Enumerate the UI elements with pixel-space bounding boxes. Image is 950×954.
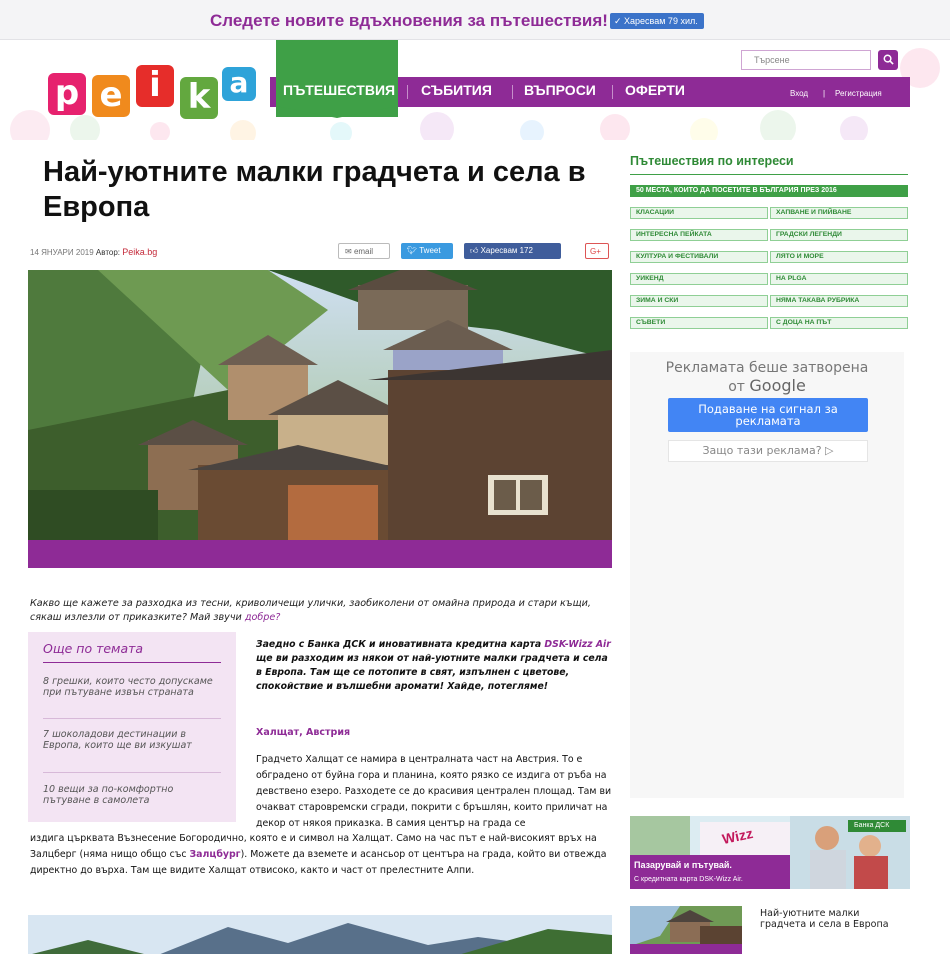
site-header: p e i k a Търсене ПЪТЕШЕСТВИЯ СЪБИТИЯ ВЪ… <box>0 40 950 140</box>
category-tag[interactable]: НА PLGA <box>770 273 908 285</box>
related-topic-link[interactable]: 10 вещи за по-комфортно пътуване в самол… <box>43 784 223 806</box>
google-wordmark: Google <box>749 376 806 395</box>
logo-letter: a <box>222 67 256 101</box>
sidebar-title-divider <box>630 174 908 175</box>
photo-caption-strip <box>28 540 612 568</box>
article-second-photo <box>28 915 612 954</box>
article-paragraph: Градчето Халщат се намира в централната … <box>256 754 612 829</box>
category-tag[interactable]: СЪВЕТИ <box>630 317 768 329</box>
related-topics-divider <box>43 662 221 663</box>
related-article-title[interactable]: Най-уютните малки градчета и села в Евро… <box>760 908 900 930</box>
category-tag[interactable]: ХАПВАНЕ И ПИЙВАНЕ <box>770 207 908 219</box>
logo-letter: i <box>136 65 174 107</box>
ad-closed-line1: Рекламата беше затворена <box>665 360 869 376</box>
auth-divider: | <box>823 89 826 98</box>
lead-text-after: ще ви разходим из някои от най-уютните м… <box>256 653 608 692</box>
logo-letter: p <box>48 73 86 115</box>
category-tag[interactable]: УИКЕНД <box>630 273 768 285</box>
related-topic-divider <box>43 718 221 719</box>
category-tag[interactable]: КУЛТУРА И ФЕСТИВАЛИ <box>630 251 768 263</box>
tweet-button[interactable]: 🐦︎ Tweet <box>401 243 453 259</box>
nav-separator <box>407 85 408 99</box>
ad-closed-message: Рекламата беше затворена от Google <box>630 360 904 396</box>
search-icon <box>883 54 894 65</box>
salzburg-link[interactable]: Залцбург <box>190 849 241 860</box>
nav-events[interactable]: СЪБИТИЯ <box>421 82 492 98</box>
logo-letter: e <box>92 75 130 117</box>
facebook-share-label: Харесвам 172 <box>480 246 533 255</box>
envelope-icon: ✉ <box>345 247 354 256</box>
article-intro: Какво ще кажете за разходка из тесни, кр… <box>30 597 615 625</box>
facebook-like-button[interactable]: ✓ Харесвам 79 хил. <box>610 13 704 29</box>
article-lead: Заедно с Банка ДСК и иновативната кредит… <box>256 638 612 694</box>
login-link[interactable]: Вход <box>790 89 808 98</box>
email-share-label: email <box>353 247 374 256</box>
category-tag[interactable]: КЛАСАЦИИ <box>630 207 768 219</box>
author-label: Автор: <box>95 248 121 257</box>
category-tag[interactable]: ИНТЕРЕСНА ПЕЙКАТА <box>630 229 768 241</box>
promo-line1: Пазарувай и пътувай. <box>634 860 732 870</box>
search-button[interactable] <box>878 50 898 70</box>
search-input[interactable]: Търсене <box>741 50 871 70</box>
facebook-share-button[interactable]: 👍︎ Харесвам 172 <box>464 243 561 259</box>
article-title: Най-уютните малки градчета и села в Евро… <box>43 156 586 223</box>
promo-badge: Банка ДСК <box>854 822 890 829</box>
lead-text-before: Заедно с Банка ДСК и иновативната кредит… <box>256 639 545 650</box>
google-plus-button[interactable]: G+ <box>585 243 609 259</box>
promo-text: Следете новите вдъхновения за пътешестви… <box>210 11 608 30</box>
dsk-wizz-link[interactable]: DSK-Wizz Air <box>544 639 610 650</box>
related-topic-link[interactable]: 8 грешки, които често допускаме при пъту… <box>43 676 223 698</box>
category-tag[interactable]: ЗИМА И СКИ <box>630 295 768 307</box>
nav-travel[interactable]: ПЪТЕШЕСТВИЯ <box>283 82 395 98</box>
sidebar-title: Пътешествия по интереси <box>630 154 794 168</box>
related-topic-divider <box>43 772 221 773</box>
nav-questions[interactable]: ВЪПРОСИ <box>524 82 596 98</box>
category-tag[interactable]: НЯМА ТАКАВА РУБРИКА <box>770 295 908 307</box>
register-link[interactable]: Регистрация <box>835 89 882 98</box>
nav-offers[interactable]: ОФЕРТИ <box>625 82 685 98</box>
ad-closed-line2: от <box>728 379 745 395</box>
promo-line2: С кредитната карта DSK-Wizz Air. <box>634 876 743 883</box>
report-ad-button[interactable]: Подаване на сигнал за рекламата <box>668 398 868 432</box>
article-paragraph-continued: издига църквата Възнесение Богородично, … <box>30 831 614 879</box>
category-tag[interactable]: ГРАДСКИ ЛЕГЕНДИ <box>770 229 908 241</box>
article-date: 14 ЯНУАРИ 2019 <box>30 248 94 257</box>
author-link[interactable]: Peika.bg <box>122 247 157 257</box>
intro-link[interactable]: добре? <box>245 612 281 623</box>
dsk-wizz-promo-banner[interactable]: Wizz Банка ДСК Пазарувай и пътувай. С кр… <box>630 816 910 889</box>
nav-active-tab <box>276 40 398 118</box>
intro-text: Какво ще кажете за разходка из тесни, кр… <box>30 598 591 623</box>
article-hero-photo <box>28 270 612 540</box>
category-tag[interactable]: ЛЯТО И МОРЕ <box>770 251 908 263</box>
related-article-thumbnail[interactable] <box>630 906 742 954</box>
section-heading: Халщат, Австрия <box>256 727 351 738</box>
sidebar-featured-link[interactable]: 50 МЕСТА, КОИТО ДА ПОСЕТИТЕ В БЪЛГАРИЯ П… <box>630 185 908 197</box>
logo-letter: k <box>180 77 218 119</box>
nav-separator <box>612 85 613 99</box>
article-meta: 14 ЯНУАРИ 2019 Автор: Peika.bg <box>30 247 157 257</box>
thumbs-up-icon: 👍︎ <box>470 246 481 255</box>
twitter-bird-icon: 🐦︎ <box>407 246 420 255</box>
email-share-button[interactable]: ✉ email <box>338 243 390 259</box>
related-topics-title: Още по темата <box>43 641 144 656</box>
why-this-ad-button[interactable]: Защо тази реклама? ▷ <box>668 440 868 462</box>
category-tag[interactable]: С ДОЦА НА ПЪТ <box>770 317 908 329</box>
top-promo-bar: Следете новите вдъхновения за пътешестви… <box>0 0 950 40</box>
related-topic-link[interactable]: 7 шоколадови дестинации в Европа, които … <box>43 729 223 751</box>
nav-separator <box>512 85 513 99</box>
tweet-label: Tweet <box>419 246 441 255</box>
